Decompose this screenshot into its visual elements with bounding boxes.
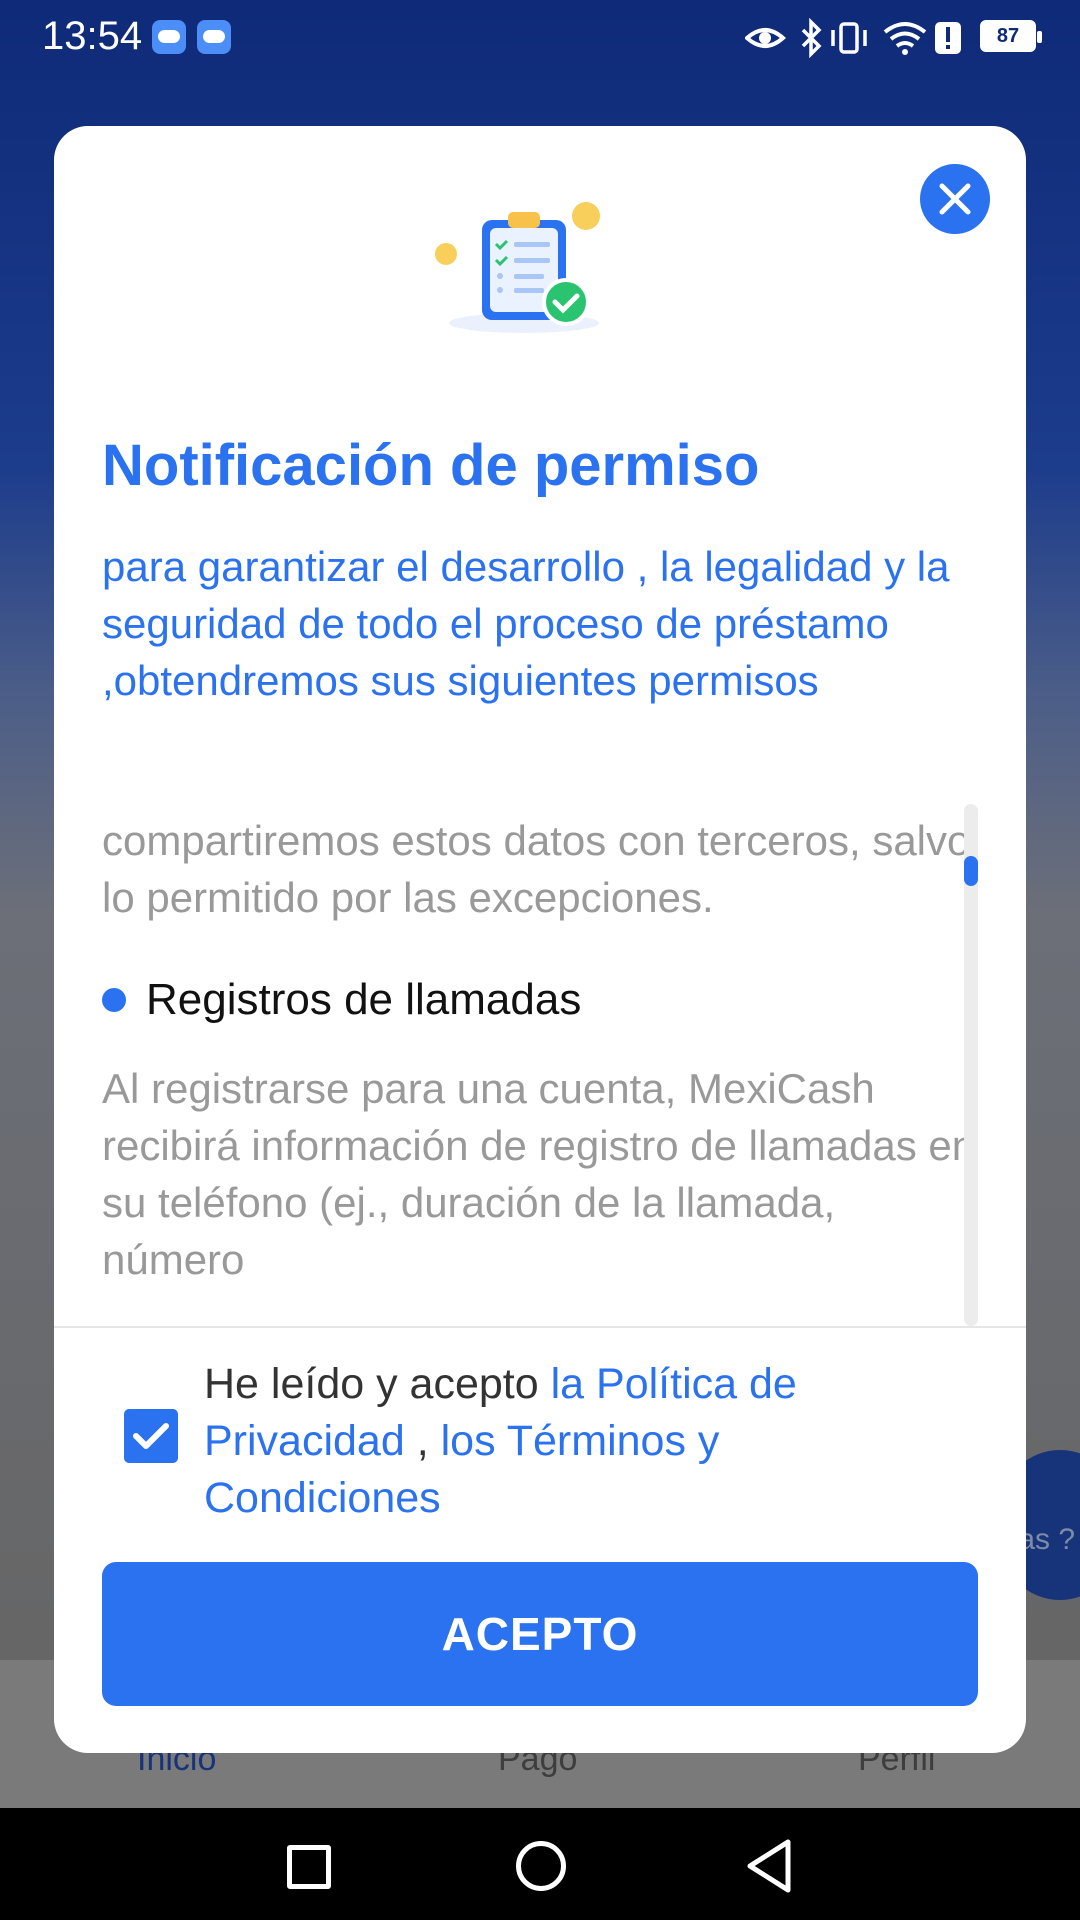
permission-item-call-logs: Registros de llamadas (102, 970, 982, 1030)
recents-icon[interactable] (287, 1845, 331, 1889)
permission-paragraph: compartiremos estos datos con terceros, … (102, 817, 971, 921)
cloud-icon (152, 20, 186, 54)
vibrate-icon (831, 22, 867, 54)
cloud-icon (197, 20, 231, 54)
scrollbar[interactable] (964, 804, 978, 1326)
battery-indicator: 87 (980, 20, 1042, 52)
permission-dialog: Notificación de permiso para garantizar … (54, 126, 1026, 1753)
close-icon (939, 183, 971, 215)
bluetooth-icon (801, 18, 822, 58)
home-icon[interactable] (516, 1841, 566, 1891)
checkmark-icon (133, 1423, 169, 1449)
clipboard-check-icon (435, 202, 600, 333)
scrollbar-thumb[interactable] (964, 856, 978, 886)
consent-checkbox[interactable] (124, 1409, 178, 1463)
status-time: 13:54 (42, 14, 143, 58)
consent-text: He leído y acepto la Política de Privaci… (204, 1356, 904, 1527)
wifi-icon (883, 22, 927, 55)
eye-icon (745, 28, 787, 48)
permission-paragraph: Al registrarse para una cuenta, MexiCash… (102, 1065, 976, 1283)
alert-icon (935, 22, 961, 54)
consent-separator: , (404, 1417, 441, 1465)
bullet-icon (102, 988, 126, 1012)
accept-button[interactable]: ACEPTO (102, 1562, 978, 1706)
consent-prefix: He leído y acepto (204, 1360, 551, 1408)
close-button[interactable] (920, 164, 990, 234)
dialog-title: Notificación de permiso (102, 433, 760, 498)
status-bar: 13:54 87 (0, 0, 1080, 80)
dialog-intro: para garantizar el desarrollo , la legal… (102, 543, 950, 704)
permissions-scroll-area[interactable]: compartiremos estos datos con terceros, … (102, 812, 982, 1326)
permission-item-title: Registros de llamadas (146, 975, 582, 1024)
divider (54, 1326, 1026, 1328)
back-icon[interactable] (744, 1838, 794, 1894)
system-nav-bar (0, 1808, 1080, 1920)
